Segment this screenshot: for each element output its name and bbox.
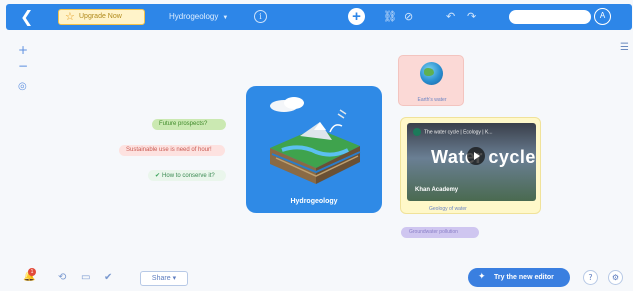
topic-label: How to conserve it? [162,173,215,179]
earth-image-node[interactable]: Earth's water [398,55,464,106]
magic-wand-icon: ✦ [478,272,486,282]
caret-down-icon: ▼ [222,15,229,21]
hydrogeology-illustration [270,97,361,184]
video-node[interactable]: The water cycle | Ecology | K... Water c… [400,117,541,214]
earth-node-label: Earth's water [417,97,447,103]
star-icon: ☆ [65,10,75,23]
map-title: Hydrogeology [169,12,219,21]
present-icon[interactable]: ▭ [81,272,90,284]
add-topic-button[interactable]: + [348,8,365,25]
topic-label: Sustainable use is need of hour! [126,147,212,153]
notification-badge: 1 [28,268,36,276]
avatar[interactable]: A [594,8,611,25]
try-new-editor-button[interactable]: ✦ Try the new editor [468,268,570,287]
topic-groundwater-pollution[interactable]: Groundwater pollution [401,227,479,238]
block-icon[interactable]: ⊘ [404,9,413,25]
video-channel: Khan Academy [415,187,459,193]
central-topic-node[interactable]: Hydrogeology [246,86,382,213]
settings-icon[interactable]: ⚙ [608,270,623,285]
top-toolbar: ❮ ☆ Upgrade Now Hydrogeology ▼ i + ⛓ ⊘ ↶ … [6,4,632,30]
history-icon[interactable]: ⟲ [58,272,66,284]
khan-academy-logo-icon [413,128,421,136]
globe-land [424,68,434,76]
redo-icon[interactable]: ↷ [467,9,476,25]
zoom-in-button[interactable]: + [18,44,28,56]
map-title-dropdown[interactable]: Hydrogeology ▼ [169,10,228,25]
upgrade-label: Upgrade Now [79,13,122,20]
notifications-button[interactable]: 🔔 1 [23,268,37,282]
topic-how-to-conserve[interactable]: ✔ How to conserve it? [148,170,226,181]
video-header-text: The water cycle | Ecology | K... [424,129,493,136]
central-topic-label: Hydrogeology [290,198,338,205]
topic-sustainable-use[interactable]: Sustainable use is need of hour! [119,145,225,156]
target-icon[interactable]: ◎ [18,81,27,93]
help-icon[interactable]: ? [583,270,598,285]
video-node-label: Geology of water [429,206,467,212]
topic-label: Future prospects? [159,121,208,127]
undo-icon[interactable]: ↶ [446,9,455,25]
check-icon[interactable]: ✔ [104,272,112,284]
link-icon[interactable]: ⛓ [383,9,397,25]
back-icon[interactable]: ❮ [20,8,40,26]
play-icon[interactable] [467,147,485,165]
video-header: The water cycle | Ecology | K... [413,128,492,136]
try-label: Try the new editor [494,274,554,281]
video-thumbnail[interactable]: The water cycle | Ecology | K... Water c… [407,123,536,201]
hamburger-icon[interactable]: ☰ [620,42,629,53]
info-icon[interactable]: i [254,10,267,23]
share-label: Share [151,275,171,282]
share-button[interactable]: Share ▾ [140,271,188,286]
zoom-out-button[interactable]: − [18,60,28,72]
upgrade-button[interactable]: ☆ Upgrade Now [58,9,145,25]
caret-down-icon: ▾ [172,275,177,282]
topic-future-prospects[interactable]: Future prospects? [152,119,226,130]
check-circle-icon: ✔ [155,172,161,179]
search-input[interactable] [509,10,591,24]
